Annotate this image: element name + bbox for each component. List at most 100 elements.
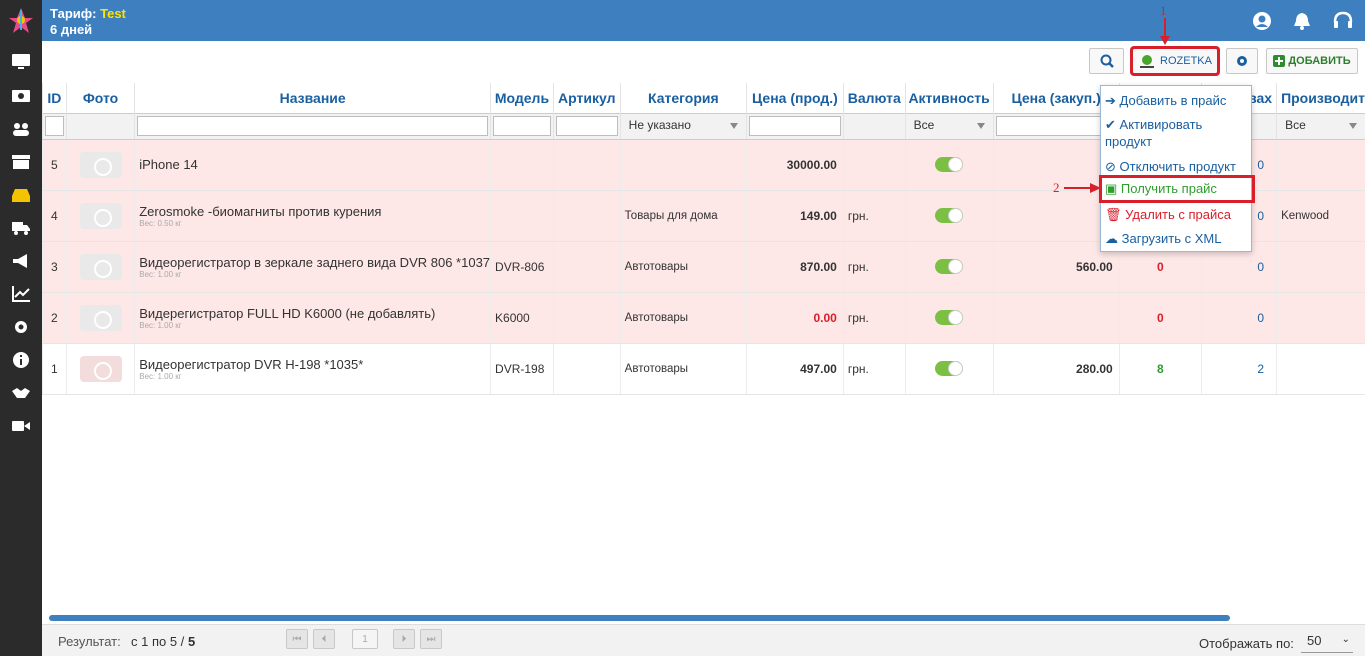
price-filter[interactable] xyxy=(749,116,841,136)
col-price[interactable]: Цена (прод.) xyxy=(746,83,844,113)
prev-page-button[interactable]: ⏴ xyxy=(313,629,335,649)
money-icon[interactable] xyxy=(0,81,42,111)
row-category: Автотовары xyxy=(619,343,747,395)
activity-filter[interactable]: Все xyxy=(908,116,991,136)
row-name-cell[interactable]: Видеорегистратор DVR H-198 *1035* Вес: 1.… xyxy=(134,343,491,395)
row-currency xyxy=(842,139,906,191)
row-activity[interactable] xyxy=(904,190,994,242)
row-name[interactable]: Видеорегистратор в зеркале заднего вида … xyxy=(139,255,490,270)
row-photo[interactable] xyxy=(65,190,135,242)
row-photo[interactable] xyxy=(65,292,135,344)
col-activity[interactable]: Активность xyxy=(904,83,994,113)
row-name-cell[interactable]: iPhone 14 xyxy=(134,139,491,191)
menu-remove-from-price[interactable]: 🗑 Удалить с прайса xyxy=(1105,206,1231,223)
tariff-label: Тариф: xyxy=(50,6,97,21)
megaphone-icon[interactable] xyxy=(0,246,42,276)
row-name-cell[interactable]: Видеорегистратор в зеркале заднего вида … xyxy=(134,241,491,293)
tariff-plan: Test xyxy=(100,6,126,21)
row-stock[interactable]: 2 xyxy=(1201,343,1277,395)
col-model[interactable]: Модель xyxy=(490,83,554,113)
per-page-value: 50 xyxy=(1307,633,1322,648)
category-filter[interactable]: Не указано xyxy=(623,116,744,136)
row-id: 5 xyxy=(42,139,67,191)
id-filter[interactable] xyxy=(45,116,64,136)
archive-icon[interactable] xyxy=(0,147,42,177)
search-button[interactable] xyxy=(1089,48,1124,74)
row-name[interactable]: Zerosmoke -биомагниты против курения xyxy=(139,204,490,219)
row-photo[interactable] xyxy=(65,343,135,395)
table-row[interactable]: 1 Видеорегистратор DVR H-198 *1035* Вес: … xyxy=(42,343,1365,395)
chart-icon[interactable] xyxy=(0,279,42,309)
rozetka-button[interactable]: ROZETKA xyxy=(1130,46,1220,76)
row-name[interactable]: Видеорегистратор DVR H-198 *1035* xyxy=(139,357,490,372)
last-page-button[interactable]: ⏭ xyxy=(420,629,442,649)
next-page-button[interactable]: ⏵ xyxy=(393,629,415,649)
row-currency: грн. xyxy=(842,343,906,395)
result-label: Результат: xyxy=(58,634,121,649)
menu-activate-product[interactable]: ✔ Активировать продукт xyxy=(1105,116,1202,150)
info-icon[interactable] xyxy=(0,345,42,375)
headset-icon[interactable] xyxy=(1332,10,1354,32)
video-icon[interactable] xyxy=(0,411,42,441)
camera-icon xyxy=(79,304,122,331)
annotation-1: 1 xyxy=(1160,3,1167,18)
col-photo[interactable]: Фото xyxy=(65,83,135,113)
settings-button[interactable] xyxy=(1226,48,1258,74)
horizontal-scrollbar[interactable] xyxy=(49,615,1230,621)
inbox-icon[interactable] xyxy=(0,180,42,210)
col-manufacturer[interactable]: Производит xyxy=(1276,83,1365,113)
activity-toggle[interactable] xyxy=(935,361,964,376)
row-price: 149.00 xyxy=(746,190,844,242)
truck-icon[interactable] xyxy=(0,213,42,243)
rozetka-logo-icon xyxy=(1140,55,1155,68)
row-category: Автотовары xyxy=(619,241,747,293)
name-filter[interactable] xyxy=(137,116,489,136)
first-page-button[interactable]: ⏮ xyxy=(286,629,308,649)
row-activity[interactable] xyxy=(904,292,994,344)
row-article xyxy=(552,292,621,344)
row-activity[interactable] xyxy=(904,241,994,293)
col-currency[interactable]: Валюта xyxy=(842,83,906,113)
row-manufacturer xyxy=(1276,292,1365,344)
row-name-cell[interactable]: Видерегистратор FULL HD K6000 (не добавл… xyxy=(134,292,491,344)
row-photo[interactable] xyxy=(65,139,135,191)
bell-icon[interactable] xyxy=(1291,10,1313,32)
per-page-select[interactable]: 50 ⌄ xyxy=(1301,633,1353,653)
monitor-icon[interactable] xyxy=(0,47,42,77)
activity-toggle[interactable] xyxy=(935,259,964,274)
row-name[interactable]: Видерегистратор FULL HD K6000 (не добавл… xyxy=(139,306,490,321)
handshake-icon[interactable] xyxy=(0,378,42,408)
add-button[interactable]: ДОБАВИТЬ xyxy=(1266,48,1358,74)
manufacturer-filter[interactable]: Все xyxy=(1279,116,1363,136)
activity-toggle[interactable] xyxy=(935,208,964,223)
row-activity[interactable] xyxy=(904,343,994,395)
row-stock[interactable]: 0 xyxy=(1201,292,1277,344)
page-number[interactable]: 1 xyxy=(352,629,378,649)
menu-add-to-price[interactable]: ➔ Добавить в прайс xyxy=(1105,92,1226,109)
menu-get-price[interactable]: ▣ Получить прайс xyxy=(1099,175,1255,203)
activity-toggle[interactable] xyxy=(935,157,964,172)
col-category[interactable]: Категория xyxy=(619,83,747,113)
activity-toggle[interactable] xyxy=(935,310,964,325)
col-article[interactable]: Артикул xyxy=(552,83,621,113)
menu-disable-product[interactable]: ⊘ Отключить продукт xyxy=(1105,158,1236,175)
model-filter[interactable] xyxy=(493,116,551,136)
user-icon[interactable] xyxy=(1251,10,1273,32)
row-article xyxy=(552,343,621,395)
table-row[interactable]: 2 Видерегистратор FULL HD K6000 (не доба… xyxy=(42,292,1365,344)
col-id[interactable]: ID xyxy=(42,83,67,113)
row-photo[interactable] xyxy=(65,241,135,293)
row-activity[interactable] xyxy=(904,139,994,191)
menu-load-xml[interactable]: ☁ Загрузить с XML xyxy=(1105,230,1221,247)
article-filter[interactable] xyxy=(555,116,618,136)
col-name[interactable]: Название xyxy=(134,83,491,113)
row-name[interactable]: iPhone 14 xyxy=(139,157,490,172)
rozetka-label: ROZETKA xyxy=(1160,55,1212,67)
purchase-filter[interactable] xyxy=(995,116,1117,136)
row-id: 2 xyxy=(42,292,67,344)
per-page-label: Отображать по: xyxy=(1199,636,1294,651)
gear-icon[interactable] xyxy=(0,312,42,342)
logo-icon[interactable] xyxy=(8,6,34,34)
row-name-cell[interactable]: Zerosmoke -биомагниты против курения Вес:… xyxy=(134,190,491,242)
users-icon[interactable] xyxy=(0,114,42,144)
